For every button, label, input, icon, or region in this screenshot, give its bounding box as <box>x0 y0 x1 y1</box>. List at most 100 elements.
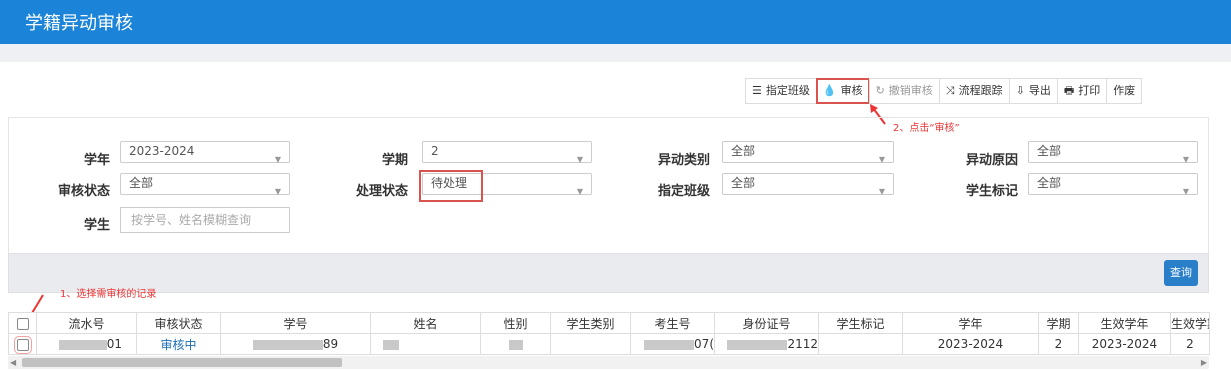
column-header[interactable]: 学生标记 <box>818 312 903 334</box>
masked-text <box>644 339 695 350</box>
page-title: 学籍异动审核 <box>25 13 133 34</box>
process-trace-label: 流程跟踪 <box>958 84 1003 97</box>
column-header[interactable]: 学期 <box>1038 312 1079 334</box>
header-band <box>0 44 1231 62</box>
query-button[interactable]: 查询 <box>1164 260 1198 286</box>
column-header[interactable]: 生效学期 <box>1170 312 1210 334</box>
change-reason-select[interactable]: 全部 ▼ <box>1028 141 1198 164</box>
export-button[interactable]: ⇩ 导出 <box>1008 78 1058 104</box>
gender-cell <box>480 333 551 355</box>
student-mark-select[interactable]: 全部 ▼ <box>1028 173 1198 196</box>
undo-icon: ↻ <box>875 84 885 97</box>
masked-text <box>383 339 399 350</box>
effective-term-cell: 2 <box>1170 333 1210 355</box>
column-header[interactable]: 审核状态 <box>136 312 221 334</box>
change-type-select[interactable]: 全部 ▼ <box>722 141 894 164</box>
change-type-label: 异动类别 <box>657 153 710 168</box>
school-year-value: 2023-2024 <box>129 144 195 158</box>
chevron-down-icon: ▼ <box>1182 187 1189 196</box>
chevron-down-icon: ▼ <box>576 155 583 164</box>
scroll-left-icon[interactable]: ◀ <box>10 356 16 369</box>
select-all-checkbox[interactable] <box>16 317 29 330</box>
shuffle-icon: ⤨ <box>945 84 955 97</box>
student-mark-label: 学生标记 <box>965 184 1018 199</box>
school-year-cell: 2023-2024 <box>902 333 1039 355</box>
review-status-select[interactable]: 全部 ▼ <box>120 173 290 196</box>
school-year-select[interactable]: 2023-2024 ▼ <box>120 141 290 164</box>
revoke-review-label: 撤销审核 <box>888 84 933 97</box>
column-header[interactable]: 学生类别 <box>550 312 631 334</box>
review-status-label: 审核状态 <box>57 184 110 199</box>
step1-annotation: 1、选择需审核的记录 <box>60 289 157 300</box>
revoke-review-button[interactable]: ↻ 撤销审核 <box>868 78 940 104</box>
student-no-cell: 89 <box>220 333 371 355</box>
assigned-class-select[interactable]: 全部 ▼ <box>722 173 894 196</box>
chevron-down-icon: ▼ <box>1182 155 1189 164</box>
row-checkbox[interactable] <box>13 335 32 354</box>
chevron-down-icon: ▼ <box>274 155 281 164</box>
exam-no-cell: 07( <box>630 333 715 355</box>
term-cell: 2 <box>1038 333 1079 355</box>
review-button[interactable]: 💧 审核 <box>815 78 870 104</box>
column-header[interactable]: 流水号 <box>36 312 137 334</box>
review-label: 审核 <box>840 84 863 97</box>
print-label: 打印 <box>1078 84 1101 97</box>
column-header[interactable]: 考生号 <box>630 312 715 334</box>
assigned-class-value: 全部 <box>731 176 756 190</box>
student-label: 学生 <box>83 218 110 233</box>
student-no-value: 89 <box>322 337 339 351</box>
change-reason-value: 全部 <box>1037 144 1062 158</box>
column-header[interactable]: 学年 <box>902 312 1039 334</box>
scroll-right-icon[interactable]: ▶ <box>1201 356 1207 369</box>
masked-text <box>252 339 323 350</box>
effective-year-cell: 2023-2024 <box>1078 333 1171 355</box>
table-header-row: 流水号 审核状态 学号 姓名 性别 学生类别 考生号 身份证号 学生标记 学年 … <box>8 312 1210 334</box>
review-status-cell[interactable]: 审核中 <box>136 333 221 355</box>
student-mark-value: 全部 <box>1037 176 1062 190</box>
process-trace-button[interactable]: ⤨ 流程跟踪 <box>938 78 1010 104</box>
chevron-down-icon: ▼ <box>576 187 583 196</box>
toolbar: ☰ 指定班级 💧 审核 ↻ 撤销审核 ⤨ 流程跟踪 ⇩ 导出 🖶 打印 作废 <box>745 78 1143 104</box>
serial-cell: 01 <box>36 333 137 355</box>
column-header[interactable]: 性别 <box>480 312 551 334</box>
term-label: 学期 <box>381 153 408 168</box>
masked-text <box>727 339 788 350</box>
process-status-label: 处理状态 <box>355 184 408 199</box>
drop-icon: 💧 <box>822 84 837 97</box>
select-all-cell[interactable] <box>8 312 37 334</box>
assign-class-button[interactable]: ☰ 指定班级 <box>745 78 817 104</box>
school-year-label: 学年 <box>83 153 110 168</box>
print-button[interactable]: 🖶 打印 <box>1056 78 1108 104</box>
export-label: 导出 <box>1028 84 1051 97</box>
chevron-down-icon: ▼ <box>878 155 885 164</box>
student-search-input[interactable]: 按学号、姓名模糊查询 <box>120 207 290 233</box>
scrollbar-thumb[interactable] <box>22 358 342 367</box>
export-icon: ⇩ <box>1015 84 1025 97</box>
table-row[interactable]: 01 审核中 89 07( 2112 2023-2024 2 2023-2024… <box>8 333 1210 355</box>
column-header[interactable]: 学号 <box>220 312 371 334</box>
chevron-down-icon: ▼ <box>878 187 885 196</box>
horizontal-scrollbar[interactable]: ◀ ▶ <box>8 356 1209 369</box>
change-reason-label: 异动原因 <box>965 153 1018 168</box>
process-status-highlight <box>419 170 483 202</box>
page-header: 学籍异动审核 <box>0 0 1231 44</box>
column-header[interactable]: 身份证号 <box>714 312 819 334</box>
print-icon: 🖶 <box>1063 84 1075 97</box>
masked-text <box>58 339 107 350</box>
row-select-cell[interactable] <box>8 333 37 355</box>
review-status-value: 全部 <box>129 176 154 190</box>
masked-text <box>508 339 523 350</box>
chevron-down-icon: ▼ <box>274 187 281 196</box>
name-cell <box>370 333 481 355</box>
list-icon: ☰ <box>752 84 762 97</box>
term-select[interactable]: 2 ▼ <box>422 141 592 164</box>
exam-no-value: 07( <box>694 337 714 351</box>
assign-class-label: 指定班级 <box>765 84 810 97</box>
column-header[interactable]: 姓名 <box>370 312 481 334</box>
void-button[interactable]: 作废 <box>1106 78 1143 104</box>
change-type-value: 全部 <box>731 144 756 158</box>
data-grid: 流水号 审核状态 学号 姓名 性别 学生类别 考生号 身份证号 学生标记 学年 … <box>8 312 1210 355</box>
column-header[interactable]: 生效学年 <box>1078 312 1171 334</box>
query-bar: 查询 <box>8 253 1209 293</box>
id-card-cell: 2112 <box>714 333 819 355</box>
